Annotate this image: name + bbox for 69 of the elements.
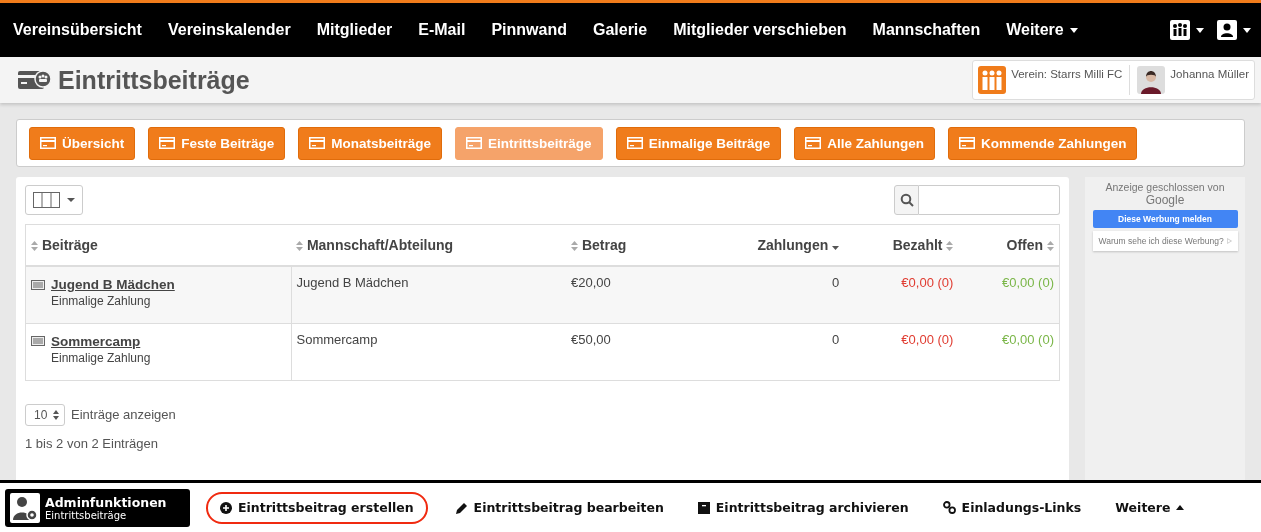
stepper-icon bbox=[53, 409, 59, 420]
nav-link[interactable]: Vereinskalender bbox=[167, 21, 291, 39]
page-length-label: Einträge anzeigen bbox=[71, 407, 176, 422]
nav-link[interactable]: Mitglieder bbox=[316, 21, 393, 39]
columns-icon bbox=[33, 192, 75, 208]
caret-icon bbox=[1069, 27, 1078, 33]
table-cell: 0 bbox=[831, 275, 840, 290]
plus-circle-icon bbox=[220, 501, 232, 514]
search-addon[interactable] bbox=[894, 185, 919, 215]
table-cell: €20,00 bbox=[571, 275, 611, 290]
report-ad-button[interactable]: Diese Werbung melden bbox=[1092, 210, 1238, 228]
nav-link[interactable]: Galerie bbox=[592, 21, 648, 39]
nav-link[interactable]: E-Mail bbox=[418, 21, 466, 39]
play-icon bbox=[1226, 237, 1232, 245]
avatar[interactable] bbox=[1137, 66, 1166, 94]
admin-title: Adminfunktionen bbox=[45, 494, 167, 510]
fee-type: Einmalige Zahlung bbox=[50, 294, 152, 308]
admin-action[interactable]: Eintrittsbeitrag erstellen bbox=[206, 491, 428, 524]
archive-icon bbox=[697, 501, 710, 514]
fee-type: Einmalige Zahlung bbox=[50, 350, 152, 365]
page-title: Eintrittsbeiträge bbox=[58, 65, 250, 95]
club-name[interactable]: Verein: Starrs Milli FC bbox=[1011, 68, 1123, 80]
admin-action[interactable]: Einladungs-Links bbox=[928, 491, 1096, 524]
table-cell: €0,00 (0) bbox=[901, 331, 954, 347]
table-cell: €0,00 (0) bbox=[901, 275, 954, 290]
table-cell: Jugend B Mädchen bbox=[296, 275, 409, 290]
table-cell: 0 bbox=[831, 331, 840, 347]
nav-link[interactable]: Mitglieder verschieben bbox=[673, 21, 847, 39]
card-icon bbox=[626, 137, 645, 149]
admin-badge[interactable]: Adminfunktionen Eintrittsbeiträge bbox=[5, 488, 190, 527]
card-icon bbox=[40, 137, 58, 149]
table-cell: €50,00 bbox=[571, 331, 611, 347]
club-icon[interactable] bbox=[978, 66, 1007, 94]
admin-action[interactable]: Eintrittsbeitrag archivieren bbox=[683, 491, 923, 524]
admin-action[interactable]: Eintrittsbeitrag bearbeiten bbox=[441, 491, 678, 524]
card-icon bbox=[958, 137, 977, 149]
columns-button[interactable] bbox=[25, 185, 83, 215]
card-icon bbox=[466, 137, 485, 149]
user-menu-icon[interactable] bbox=[1217, 20, 1251, 40]
card-icon bbox=[805, 137, 824, 149]
table-cell: Sommercamp bbox=[296, 331, 378, 347]
card-icon bbox=[309, 137, 328, 149]
page-length-select[interactable]: 10 bbox=[25, 403, 65, 426]
table-info: 1 bis 2 von 2 Einträgen bbox=[25, 435, 159, 451]
admin-user-icon bbox=[10, 492, 40, 523]
ad-notice: Anzeige geschlossen von bbox=[1105, 181, 1225, 193]
search-icon bbox=[899, 193, 914, 207]
card-members-icon bbox=[18, 68, 52, 92]
fee-link[interactable]: Jugend B Mädchen bbox=[51, 277, 175, 292]
group-menu-icon[interactable] bbox=[1170, 20, 1204, 40]
link-icon bbox=[942, 501, 956, 514]
nav-link[interactable]: Vereinsübersicht bbox=[13, 21, 142, 39]
list-icon bbox=[31, 336, 45, 346]
nav-link[interactable]: Pinnwand bbox=[491, 21, 567, 39]
fee-link[interactable]: Sommercamp bbox=[51, 333, 141, 349]
ad-brand: Google bbox=[1145, 193, 1185, 207]
nav-link[interactable]: Mannschaften bbox=[872, 21, 981, 39]
table-cell: €0,00 (0) bbox=[1001, 275, 1054, 290]
search-field[interactable] bbox=[919, 185, 1060, 215]
user-name[interactable]: Johanna Müller bbox=[1170, 68, 1249, 80]
nav-link[interactable]: Weitere bbox=[1006, 21, 1078, 39]
card-icon bbox=[159, 137, 178, 149]
why-ad-button[interactable]: Warum sehe ich diese Werbung? bbox=[1092, 231, 1238, 251]
table-cell: €0,00 (0) bbox=[1001, 331, 1054, 347]
admin-subtitle: Eintrittsbeiträge bbox=[45, 509, 128, 521]
list-icon bbox=[31, 279, 45, 290]
pencil-icon bbox=[455, 501, 468, 514]
admin-action[interactable]: Weitere bbox=[1101, 491, 1199, 524]
caret-up-icon bbox=[1176, 505, 1185, 510]
